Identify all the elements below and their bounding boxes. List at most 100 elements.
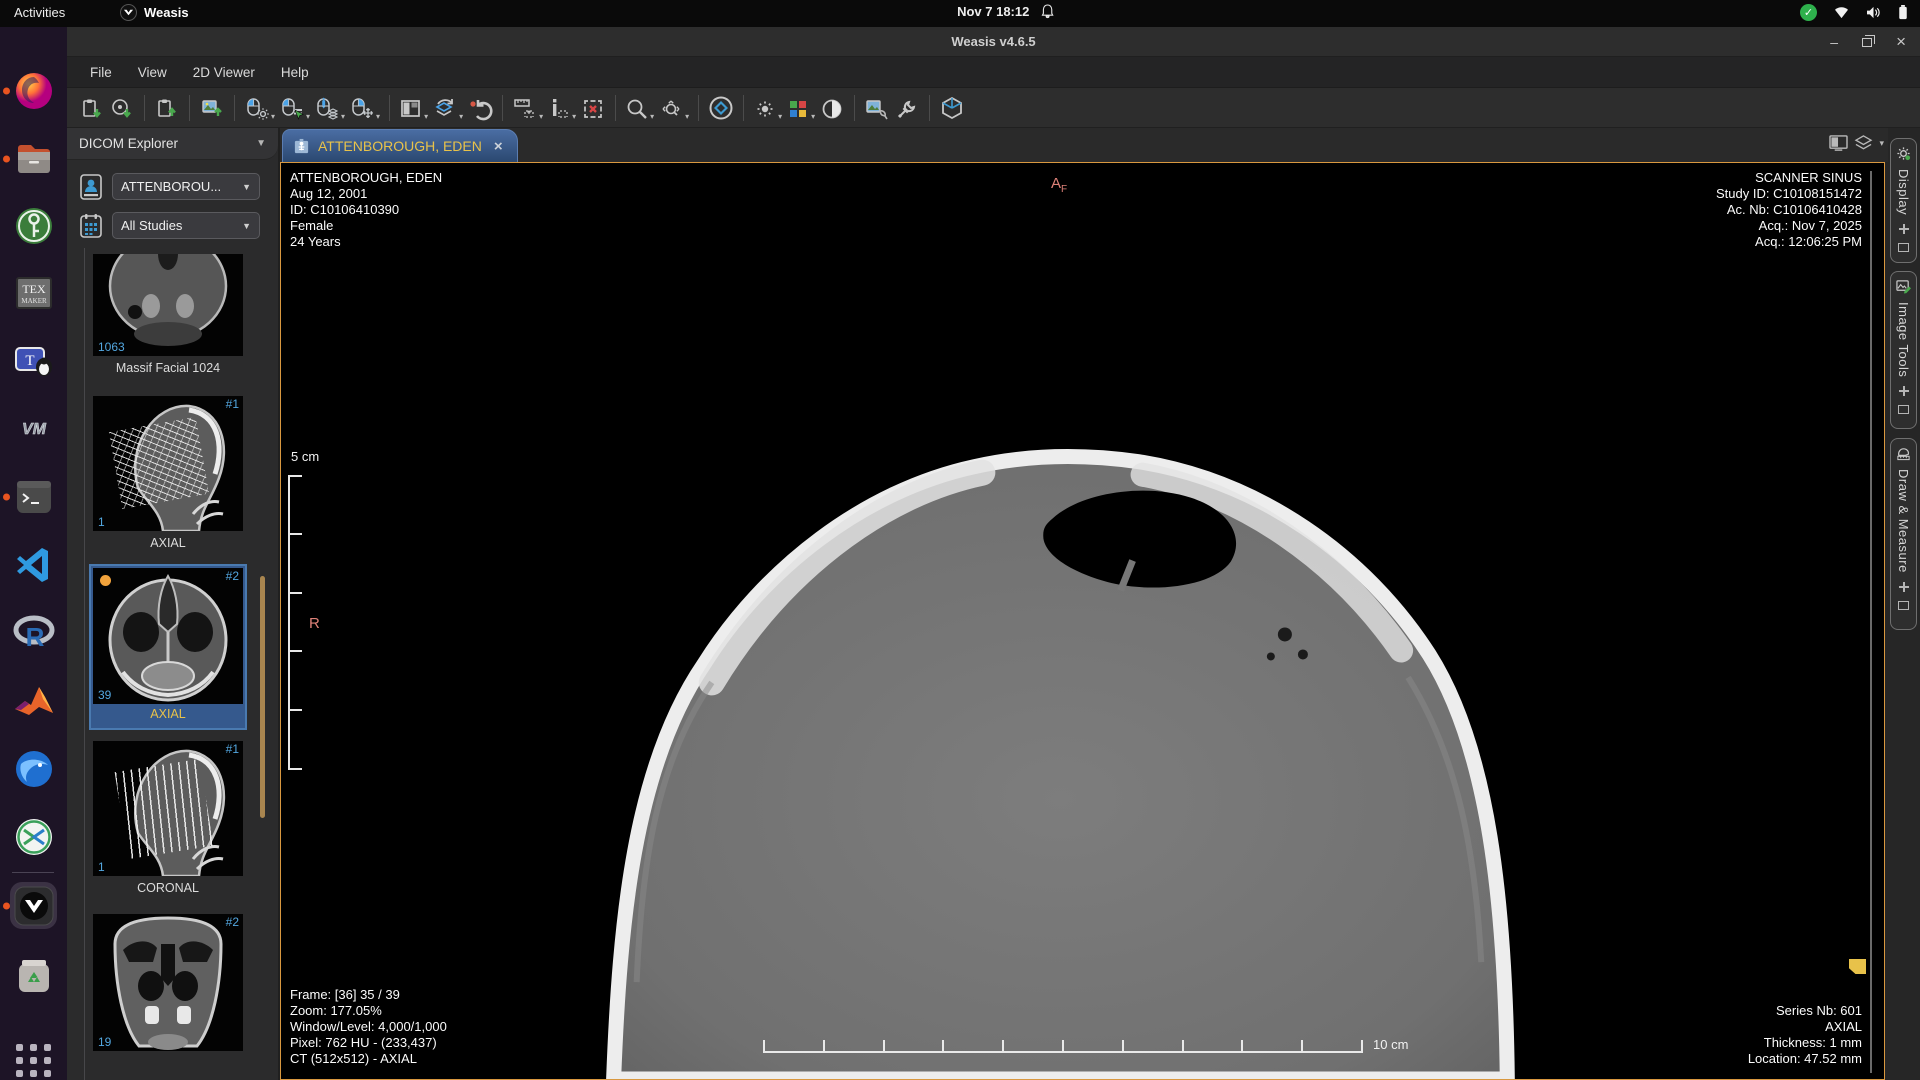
dropdown-icon: ▾: [650, 112, 654, 121]
layout-button[interactable]: ▾: [397, 92, 430, 124]
float-panel-icon[interactable]: [1898, 243, 1909, 252]
restore-button[interactable]: [1862, 38, 1872, 47]
dock-trash-icon[interactable]: [10, 952, 57, 999]
dock-vmware-icon[interactable]: VM: [10, 405, 57, 452]
svg-text:MAKER: MAKER: [21, 297, 47, 305]
panel-collapse-icon[interactable]: ▼: [256, 138, 266, 149]
float-panel-icon[interactable]: [1898, 405, 1909, 414]
menu-file[interactable]: File: [77, 57, 125, 88]
dock-vscode-icon[interactable]: [10, 541, 57, 588]
mouse-left-window-level-button[interactable]: ▾: [242, 92, 277, 124]
gear-icon: [1896, 146, 1911, 161]
menu-view[interactable]: View: [125, 57, 180, 88]
pin-icon[interactable]: [1898, 223, 1910, 235]
tab-display[interactable]: Display: [1890, 138, 1917, 263]
volume-rendering-button[interactable]: [937, 92, 967, 124]
clock-menu[interactable]: Nov 7 18:12: [957, 4, 1054, 19]
system-tray[interactable]: ✓: [1800, 4, 1908, 21]
dropdown-icon: ▾: [811, 112, 815, 121]
series-thumbnail[interactable]: #1 1: [93, 741, 243, 876]
dicom-explorer-header[interactable]: DICOM Explorer ▼: [67, 128, 278, 160]
viewer-tab[interactable]: ATTENBOROUGH, EDEN ×: [282, 129, 518, 162]
crosshair-mode-button[interactable]: [706, 92, 736, 124]
mouse-left-context-menu-button[interactable]: ▾: [277, 92, 312, 124]
export-image-button[interactable]: [197, 92, 227, 124]
series-list-border: [84, 248, 85, 1080]
thumbnail-image-count: 1: [98, 860, 105, 874]
svg-text:TEX: TEX: [22, 282, 46, 296]
series-thumbnail-selected[interactable]: #2 39 AXIAL: [89, 564, 247, 730]
dock-matlab-icon[interactable]: [10, 677, 57, 724]
pin-icon[interactable]: [1898, 581, 1910, 593]
ruler-bottom-label: 10 cm: [1373, 1037, 1408, 1052]
thumbnail-series-badge: #1: [226, 397, 239, 411]
dropdown-icon: ▾: [459, 112, 463, 121]
svg-text:R: R: [25, 622, 44, 651]
dock-files-icon[interactable]: [10, 135, 57, 182]
mouse-middle-scroll-series-button[interactable]: ▾: [312, 92, 347, 124]
screen-layout-icon[interactable]: [1829, 135, 1848, 152]
acquisition-grid-overlay: [109, 417, 209, 509]
tab-image-tools[interactable]: Image Tools: [1890, 271, 1917, 429]
dock-r-icon[interactable]: R: [10, 609, 57, 656]
delete-measurements-button[interactable]: [578, 92, 608, 124]
mouse-right-pan-button[interactable]: ▾: [347, 92, 382, 124]
focused-app-indicator[interactable]: Weasis: [120, 4, 189, 21]
ct-viewport[interactable]: ATTENBOROUGH, EDEN Aug 12, 2001 ID: C101…: [280, 162, 1885, 1080]
close-button[interactable]: ×: [1896, 32, 1906, 52]
dock-texstudio-icon[interactable]: T: [10, 337, 57, 384]
series-scroll-track[interactable]: [1870, 171, 1872, 1073]
series-thumbnail[interactable]: 1063: [93, 254, 243, 356]
import-cd-button[interactable]: [107, 92, 137, 124]
menu-2d-viewer[interactable]: 2D Viewer: [180, 57, 268, 88]
activities-button[interactable]: Activities: [14, 5, 65, 20]
overlay-patient-info: ATTENBOROUGH, EDEN Aug 12, 2001 ID: C101…: [290, 170, 442, 250]
zoom-mode-button[interactable]: ▾: [656, 92, 691, 124]
preferences-button[interactable]: [892, 92, 922, 124]
title-bar[interactable]: Weasis v4.6.5 – ×: [67, 27, 1920, 57]
dock-app-grid-button[interactable]: [10, 1037, 57, 1080]
menu-bar: File View 2D Viewer Help: [67, 57, 1920, 88]
dock-sync-app-icon[interactable]: [10, 813, 57, 860]
series-layers-icon[interactable]: [1854, 135, 1873, 152]
float-panel-icon[interactable]: [1898, 601, 1909, 610]
series-thumbnail[interactable]: #2 19: [93, 914, 243, 1051]
series-thumbnail[interactable]: #1 1: [93, 396, 243, 531]
lut-button[interactable]: ▾: [784, 92, 817, 124]
tab-draw-measure[interactable]: Draw & Measure: [1890, 438, 1917, 630]
focused-app-name: Weasis: [144, 5, 189, 20]
series-thumbnail-image[interactable]: #2 39: [93, 568, 243, 704]
dock-firefox-icon[interactable]: [10, 67, 57, 114]
dropdown-icon: ▾: [271, 112, 275, 121]
import-dicom-button[interactable]: [77, 92, 107, 124]
ct-axial-image: [281, 163, 1884, 1079]
menu-help[interactable]: Help: [268, 57, 322, 88]
reset-button[interactable]: [465, 92, 495, 124]
dropdown-icon[interactable]: ▾: [1879, 138, 1884, 149]
synchronize-button[interactable]: ▾: [430, 92, 465, 124]
series-list-scrollbar[interactable]: [260, 576, 265, 818]
dock-terminal-icon[interactable]: [10, 473, 57, 520]
dock-texmaker-icon[interactable]: TEXMAKER: [10, 269, 57, 316]
tab-close-icon[interactable]: ×: [494, 138, 503, 155]
study-select[interactable]: All Studies ▼: [112, 212, 260, 239]
measurement-tools-button[interactable]: ▾: [510, 92, 545, 124]
pin-icon[interactable]: [1898, 385, 1910, 397]
dock-thunderbird-icon[interactable]: [10, 745, 57, 792]
window-level-presets-button[interactable]: ▾: [751, 92, 784, 124]
annotation-tools-button[interactable]: ▾: [545, 92, 578, 124]
image-filter-button[interactable]: [862, 92, 892, 124]
right-tool-strip: Display Image Tools Draw & Measure: [1888, 128, 1920, 1080]
series-title: CORONAL: [93, 881, 243, 895]
status-ok-icon: ✓: [1800, 4, 1817, 21]
export-dicom-button[interactable]: [152, 92, 182, 124]
dock-weasis-icon[interactable]: [10, 882, 57, 929]
study-select-value: All Studies: [121, 218, 182, 233]
dropdown-icon: ▾: [306, 112, 310, 121]
zoom-button[interactable]: ▾: [623, 92, 656, 124]
patient-select[interactable]: ATTENBOROU... ▼: [112, 173, 260, 200]
invert-lut-button[interactable]: [817, 92, 847, 124]
dock-keepassxc-icon[interactable]: [10, 202, 57, 249]
battery-icon: [1898, 5, 1908, 20]
minimize-button[interactable]: –: [1830, 34, 1838, 50]
